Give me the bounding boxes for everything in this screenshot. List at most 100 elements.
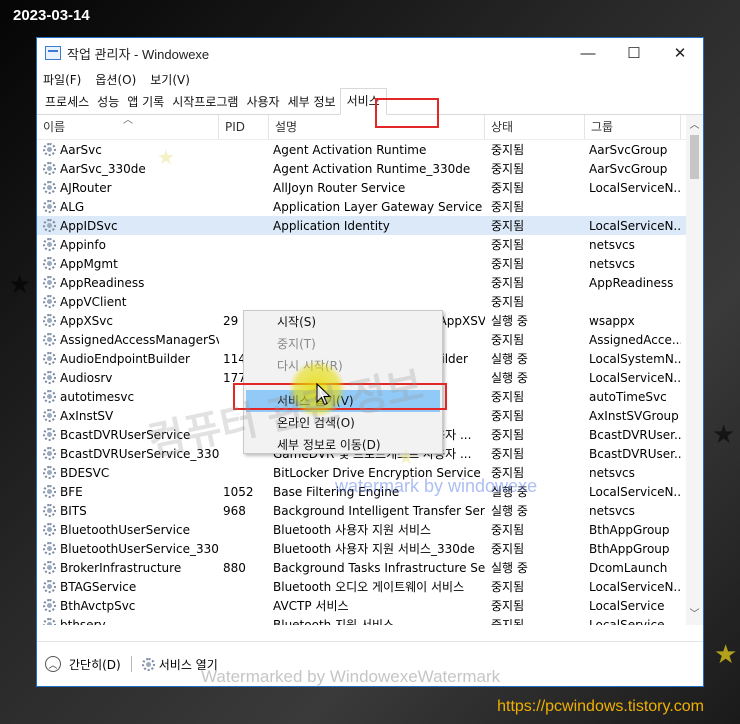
cell-group: autoTimeSvc (589, 389, 667, 404)
tab-details[interactable]: 세부 정보 (284, 90, 340, 114)
cell-name: AudioEndpointBuilder (37, 352, 219, 366)
sort-ascending-icon: ︿ (123, 115, 133, 126)
cell-name: BluetoothUserService_330de (37, 542, 219, 556)
service-gear-icon (43, 352, 56, 365)
service-name: BthAvctpSvc (60, 598, 136, 613)
service-name: AssignedAccessManagerSvc (60, 332, 219, 347)
service-gear-icon (43, 409, 56, 422)
collapse-chevron-icon[interactable]: ︿ (45, 656, 61, 672)
service-gear-icon (43, 561, 56, 574)
cell-name: bthserv (37, 618, 219, 625)
tab-startup[interactable]: 시작프로그램 (168, 90, 242, 114)
table-row[interactable]: BrokerInfrastructure 880 Background Tasks … (37, 558, 703, 577)
cell-status: 중지됨 (491, 200, 525, 214)
table-row[interactable]: AppReadiness 중지됨 AppReadiness (37, 273, 703, 292)
watermark-star-icon: ★ (157, 145, 175, 169)
cell-group: LocalService (589, 617, 665, 626)
cell-group: AssignedAcce... (589, 332, 681, 347)
cell-status: 중지됨 (491, 295, 525, 309)
table-row[interactable]: ALG Application Layer Gateway Service 중지됨 (37, 197, 703, 216)
cell-name: AarSvc_330de (37, 162, 219, 176)
menu-file[interactable]: 파일(F) (43, 71, 81, 88)
table-row[interactable]: AppIDSvc Application Identity 중지됨 LocalServ… (37, 216, 703, 235)
service-name: BluetoothUserService (60, 522, 190, 537)
column-header-description[interactable]: 설명 (269, 115, 485, 139)
service-name: AxInstSV (60, 408, 114, 423)
menu-view[interactable]: 보기(V) (150, 71, 190, 88)
tab-bar: 프로세스 성능 앱 기록 시작프로그램 사용자 세부 정보 서비스 (37, 88, 703, 128)
table-row[interactable]: bthserv Bluetooth 지원 서비스 중지됨 LocalService (37, 615, 703, 625)
table-row[interactable]: AarSvc Agent Activation Runtime 중지됨 AarSvcG… (37, 140, 703, 159)
cell-status: 중지됨 (491, 333, 525, 347)
cell-status: 중지됨 (491, 390, 525, 404)
cell-group: LocalServiceN... (589, 180, 681, 195)
service-gear-icon (43, 200, 56, 213)
cell-name: BTAGService (37, 580, 219, 594)
cell-status: 중지됨 (491, 447, 525, 461)
cell-group: BcastDVRUser... (589, 427, 681, 442)
cell-name: ALG (37, 200, 219, 214)
maximize-button[interactable]: ☐ (611, 38, 657, 68)
scrollbar-thumb[interactable] (690, 135, 699, 179)
context-menu-start[interactable]: 시작(S) (244, 311, 442, 333)
cell-status: 실행 중 (491, 504, 528, 518)
cell-status: 실행 중 (491, 371, 528, 385)
service-gear-icon (43, 219, 56, 232)
cell-name: BluetoothUserService (37, 523, 219, 537)
tab-users[interactable]: 사용자 (242, 90, 283, 114)
cell-name: AJRouter (37, 181, 219, 195)
footer-bar: ︿ 간단히(D) 서비스 열기 (37, 641, 703, 686)
table-row[interactable]: BthAvctpSvc AVCTP 서비스 중지됨 LocalService (37, 596, 703, 615)
table-row[interactable]: BITS 968 Background Intelligent Transfer S… (37, 501, 703, 520)
service-gear-icon (43, 143, 56, 156)
close-button[interactable]: ✕ (657, 38, 703, 68)
scroll-up-icon[interactable]: ︿ (686, 117, 703, 134)
cell-name: BthAvctpSvc (37, 599, 219, 613)
service-name: BDESVC (60, 465, 110, 480)
table-row[interactable]: BluetoothUserService_330de Bluetooth 사용자 … (37, 539, 703, 558)
cell-status: 중지됨 (491, 276, 525, 290)
watermark-star-icon: ★ (397, 445, 415, 469)
cell-name: BDESVC (37, 466, 219, 480)
minimize-button[interactable]: — (565, 38, 611, 68)
table-row[interactable]: Appinfo 중지됨 netsvcs (37, 235, 703, 254)
menu-options[interactable]: 옵션(O) (95, 71, 136, 88)
cell-description: Agent Activation Runtime (273, 142, 427, 157)
service-gear-icon (43, 181, 56, 194)
table-row[interactable]: BTAGService Bluetooth 오디오 게이트웨이 서비스 중지됨 Loc… (37, 577, 703, 596)
service-gear-icon (43, 314, 56, 327)
background-star-icon: ★ (8, 270, 32, 300)
cell-description: Bluetooth 오디오 게이트웨이 서비스 (273, 580, 465, 594)
table-row[interactable]: AppVClient 중지됨 (37, 292, 703, 311)
cell-status: 실행 중 (491, 352, 528, 366)
service-name: BluetoothUserService_330de (60, 541, 219, 556)
service-gear-icon (43, 428, 56, 441)
tab-performance[interactable]: 성능 (93, 90, 123, 114)
service-name: BITS (60, 503, 87, 518)
cell-status: 중지됨 (491, 162, 525, 176)
service-name: BTAGService (60, 579, 137, 594)
service-gear-icon (43, 276, 56, 289)
open-services-link[interactable]: 서비스 열기 (159, 656, 218, 673)
title-bar[interactable]: 작업 관리자 - Windowexe — ☐ ✕ (37, 38, 703, 68)
column-header-group[interactable]: 그룹 (585, 115, 681, 139)
menu-bar: 파일(F) 옵션(O) 보기(V) (37, 68, 703, 90)
fewer-details-link[interactable]: 간단히(D) (69, 656, 121, 673)
table-row[interactable]: BluetoothUserService Bluetooth 사용자 지원 서비스… (37, 520, 703, 539)
cell-name: AppIDSvc (37, 219, 219, 233)
site-url: https://pcwindows.tistory.com (497, 698, 704, 715)
scroll-down-icon[interactable]: ﹀ (686, 606, 703, 623)
table-row[interactable]: AarSvc_330de Agent Activation Runtime_330… (37, 159, 703, 178)
column-header-status[interactable]: 상태 (485, 115, 585, 139)
column-header-row: ︿ 이름 PID 설명 상태 그룹 (37, 115, 703, 140)
cell-description: Bluetooth 사용자 지원 서비스 (273, 523, 432, 537)
tab-app-history[interactable]: 앱 기록 (123, 90, 168, 114)
vertical-scrollbar[interactable]: ︿ ﹀ (686, 115, 703, 625)
column-header-pid[interactable]: PID (219, 115, 269, 139)
tab-processes[interactable]: 프로세스 (41, 90, 93, 114)
cell-pid: 880 (223, 560, 246, 575)
cell-group: DcomLaunch (589, 560, 668, 575)
table-row[interactable]: AppMgmt 중지됨 netsvcs (37, 254, 703, 273)
table-row[interactable]: AJRouter AllJoyn Router Service 중지됨 LocalSe… (37, 178, 703, 197)
cell-status: 중지됨 (491, 257, 525, 271)
